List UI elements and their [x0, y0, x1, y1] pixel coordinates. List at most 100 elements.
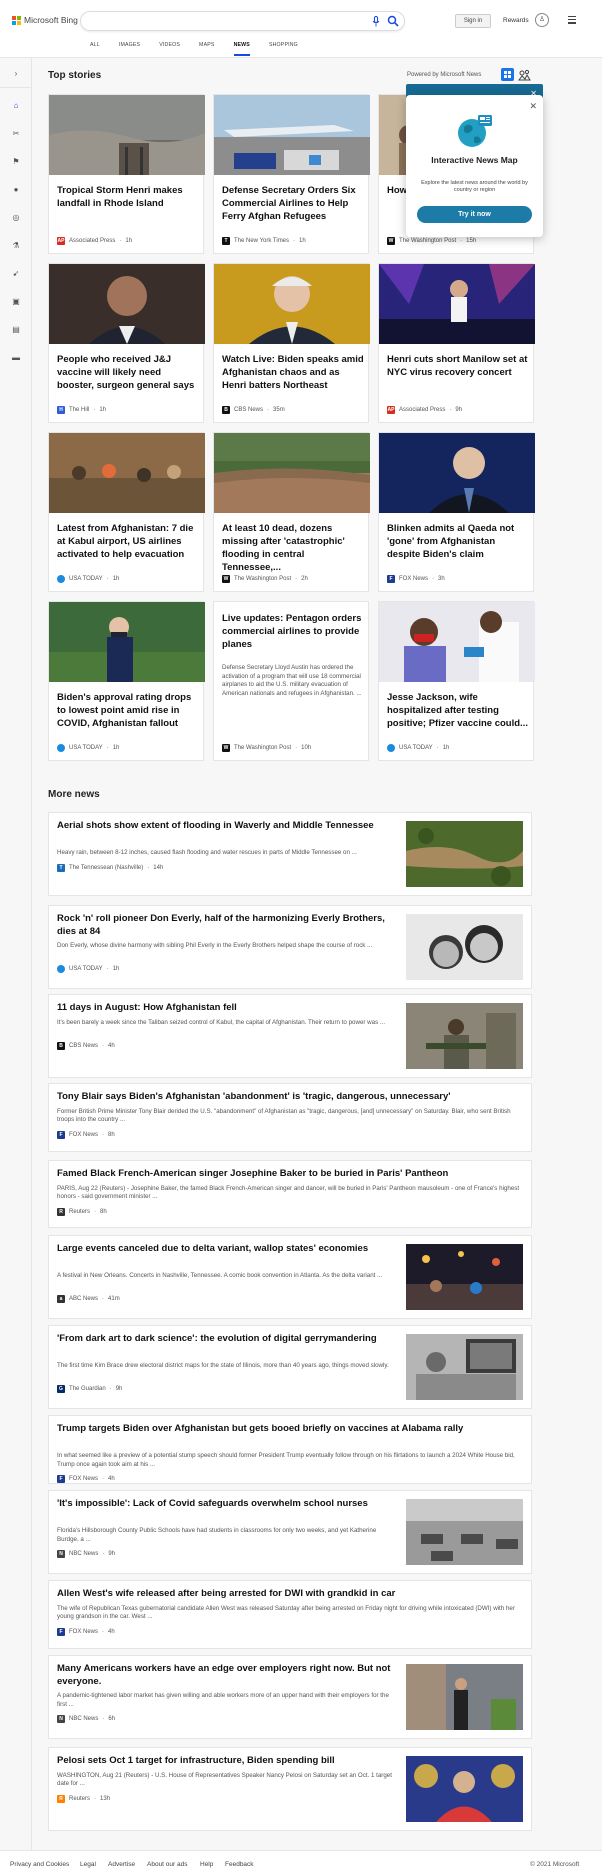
footer-link-privacy[interactable]: Privacy and Cookies [10, 1861, 69, 1868]
story-title[interactable]: Watch Live: Biden speaks amid Afghanista… [222, 353, 364, 392]
story-image[interactable] [214, 433, 370, 513]
entertainment-icon[interactable]: ▣ [11, 296, 21, 306]
story-image[interactable] [379, 433, 535, 513]
top-story-card[interactable]: Live updates: Pentagon orders commercial… [213, 601, 369, 761]
bing-logo[interactable]: Microsoft Bing [12, 15, 78, 25]
story-image[interactable] [379, 602, 535, 682]
business-icon[interactable]: ▤ [11, 324, 21, 334]
more-news-item[interactable]: Tony Blair says Biden's Afghanistan 'aba… [48, 1083, 532, 1152]
sports-icon[interactable]: ✂ [11, 128, 21, 138]
story-image[interactable] [49, 95, 205, 175]
more-news-item[interactable]: Aerial shots show extent of flooding in … [48, 812, 532, 896]
news-title[interactable]: Large events canceled due to delta varia… [57, 1243, 397, 1256]
more-news-item[interactable]: Rock 'n' roll pioneer Don Everly, half o… [48, 905, 532, 989]
trophy-icon[interactable]: ♙ [535, 13, 549, 27]
news-thumbnail[interactable] [406, 1334, 523, 1400]
news-title[interactable]: Many Americans workers have an edge over… [57, 1663, 397, 1688]
tab-videos[interactable]: VIDEOS [159, 42, 180, 56]
news-title[interactable]: 'It's impossible': Lack of Covid safegua… [57, 1498, 397, 1511]
news-title[interactable]: Famed Black French-American singer Josep… [57, 1168, 523, 1181]
news-title[interactable]: Trump targets Biden over Afghanistan but… [57, 1423, 523, 1436]
news-thumbnail[interactable] [406, 1664, 523, 1730]
search-input[interactable] [80, 11, 405, 31]
news-title[interactable]: Rock 'n' roll pioneer Don Everly, half o… [57, 913, 397, 938]
sign-in-button[interactable]: Sign in [455, 14, 491, 28]
news-title[interactable]: Pelosi sets Oct 1 target for infrastruct… [57, 1755, 397, 1768]
news-title[interactable]: Tony Blair says Biden's Afghanistan 'aba… [57, 1091, 523, 1104]
news-thumbnail[interactable] [406, 1756, 523, 1822]
location-icon[interactable]: ● [11, 184, 21, 194]
money-icon[interactable]: ▬ [11, 352, 21, 362]
more-news-item[interactable]: Famed Black French-American singer Josep… [48, 1160, 532, 1228]
rewards-link[interactable]: Rewards [503, 17, 529, 24]
story-title[interactable]: Biden's approval rating drops to lowest … [57, 691, 199, 730]
story-title[interactable]: Defense Secretary Orders Six Commercial … [222, 184, 364, 223]
story-title[interactable]: Henri cuts short Manilow set at NYC viru… [387, 353, 529, 379]
science-icon[interactable]: ⚗ [11, 240, 21, 250]
more-news-item[interactable]: Large events canceled due to delta varia… [48, 1235, 532, 1319]
tab-news[interactable]: NEWS [233, 42, 250, 56]
story-image[interactable] [49, 264, 205, 344]
top-story-card[interactable]: People who received J&J vaccine will lik… [48, 263, 205, 423]
more-news-item[interactable]: 11 days in August: How Afghanistan fell I… [48, 994, 532, 1078]
news-title[interactable]: Aerial shots show extent of flooding in … [57, 820, 397, 833]
top-story-card[interactable]: Latest from Afghanistan: 7 die at Kabul … [48, 432, 205, 592]
footer-link-legal[interactable]: Legal [80, 1861, 96, 1868]
story-image[interactable] [379, 264, 535, 344]
story-title[interactable]: Jesse Jackson, wife hospitalized after t… [387, 691, 529, 730]
home-icon[interactable]: ⌂ [11, 100, 21, 110]
news-title[interactable]: 11 days in August: How Afghanistan fell [57, 1002, 397, 1015]
top-story-card[interactable]: Jesse Jackson, wife hospitalized after t… [378, 601, 535, 761]
story-title[interactable]: Blinken admits al Qaeda not 'gone' from … [387, 522, 529, 561]
story-title[interactable]: Tropical Storm Henri makes landfall in R… [57, 184, 199, 210]
tab-shopping[interactable]: SHOPPING [269, 42, 298, 56]
story-image[interactable] [49, 433, 205, 513]
more-news-item[interactable]: Trump targets Biden over Afghanistan but… [48, 1415, 532, 1484]
top-story-card[interactable]: Henri cuts short Manilow set at NYC viru… [378, 263, 535, 423]
story-title[interactable]: At least 10 dead, dozens missing after '… [222, 522, 364, 574]
story-title[interactable]: People who received J&J vaccine will lik… [57, 353, 199, 392]
news-thumbnail[interactable] [406, 821, 523, 887]
top-story-card[interactable]: Defense Secretary Orders Six Commercial … [213, 94, 370, 254]
grid-view-icon[interactable] [501, 68, 514, 81]
story-image[interactable] [214, 264, 370, 344]
news-thumbnail[interactable] [406, 1003, 523, 1069]
rail-toggle[interactable]: › [0, 58, 32, 88]
rocket-icon[interactable]: ➹ [11, 268, 21, 278]
more-news-item[interactable]: 'From dark art to dark science': the evo… [48, 1325, 532, 1409]
try-it-now-button[interactable]: Try it now [417, 206, 532, 223]
footer-link-help[interactable]: Help [200, 1861, 213, 1868]
tab-maps[interactable]: MAPS [199, 42, 215, 56]
news-thumbnail[interactable] [406, 914, 523, 980]
more-news-item[interactable]: Pelosi sets Oct 1 target for infrastruct… [48, 1747, 532, 1831]
footer-link-about-ads[interactable]: About our ads [147, 1861, 187, 1868]
tab-images[interactable]: IMAGES [119, 42, 140, 56]
microphone-icon[interactable] [372, 16, 380, 27]
tab-all[interactable]: ALL [90, 42, 100, 56]
news-thumbnail[interactable] [406, 1499, 523, 1565]
more-news-item[interactable]: 'It's impossible': Lack of Covid safegua… [48, 1490, 532, 1574]
news-thumbnail[interactable] [406, 1244, 523, 1310]
story-title[interactable]: Live updates: Pentagon orders commercial… [222, 612, 364, 651]
top-story-card[interactable]: Watch Live: Biden speaks amid Afghanista… [213, 263, 370, 423]
chevron-right-icon[interactable]: › [11, 68, 21, 78]
flag-icon[interactable]: ⚑ [11, 156, 21, 166]
search-icon[interactable] [387, 15, 399, 27]
footer-link-advertise[interactable]: Advertise [108, 1861, 135, 1868]
top-story-card[interactable]: Blinken admits al Qaeda not 'gone' from … [378, 432, 535, 592]
close-icon[interactable]: ✕ [529, 101, 537, 112]
news-title[interactable]: 'From dark art to dark science': the evo… [57, 1333, 397, 1346]
news-title[interactable]: Allen West's wife released after being a… [57, 1588, 523, 1601]
story-image[interactable] [214, 95, 370, 175]
footer-link-feedback[interactable]: Feedback [225, 1861, 254, 1868]
more-news-item[interactable]: Many Americans workers have an edge over… [48, 1655, 532, 1739]
more-news-item[interactable]: Allen West's wife released after being a… [48, 1580, 532, 1649]
hamburger-menu-icon[interactable] [568, 16, 576, 24]
top-story-card[interactable]: Tropical Storm Henri makes landfall in R… [48, 94, 205, 254]
globe-icon[interactable]: ◎ [11, 212, 21, 222]
top-story-card[interactable]: At least 10 dead, dozens missing after '… [213, 432, 370, 592]
news-map-icon[interactable] [518, 68, 531, 81]
story-title[interactable]: Latest from Afghanistan: 7 die at Kabul … [57, 522, 199, 561]
story-image[interactable] [49, 602, 205, 682]
top-story-card[interactable]: Biden's approval rating drops to lowest … [48, 601, 205, 761]
